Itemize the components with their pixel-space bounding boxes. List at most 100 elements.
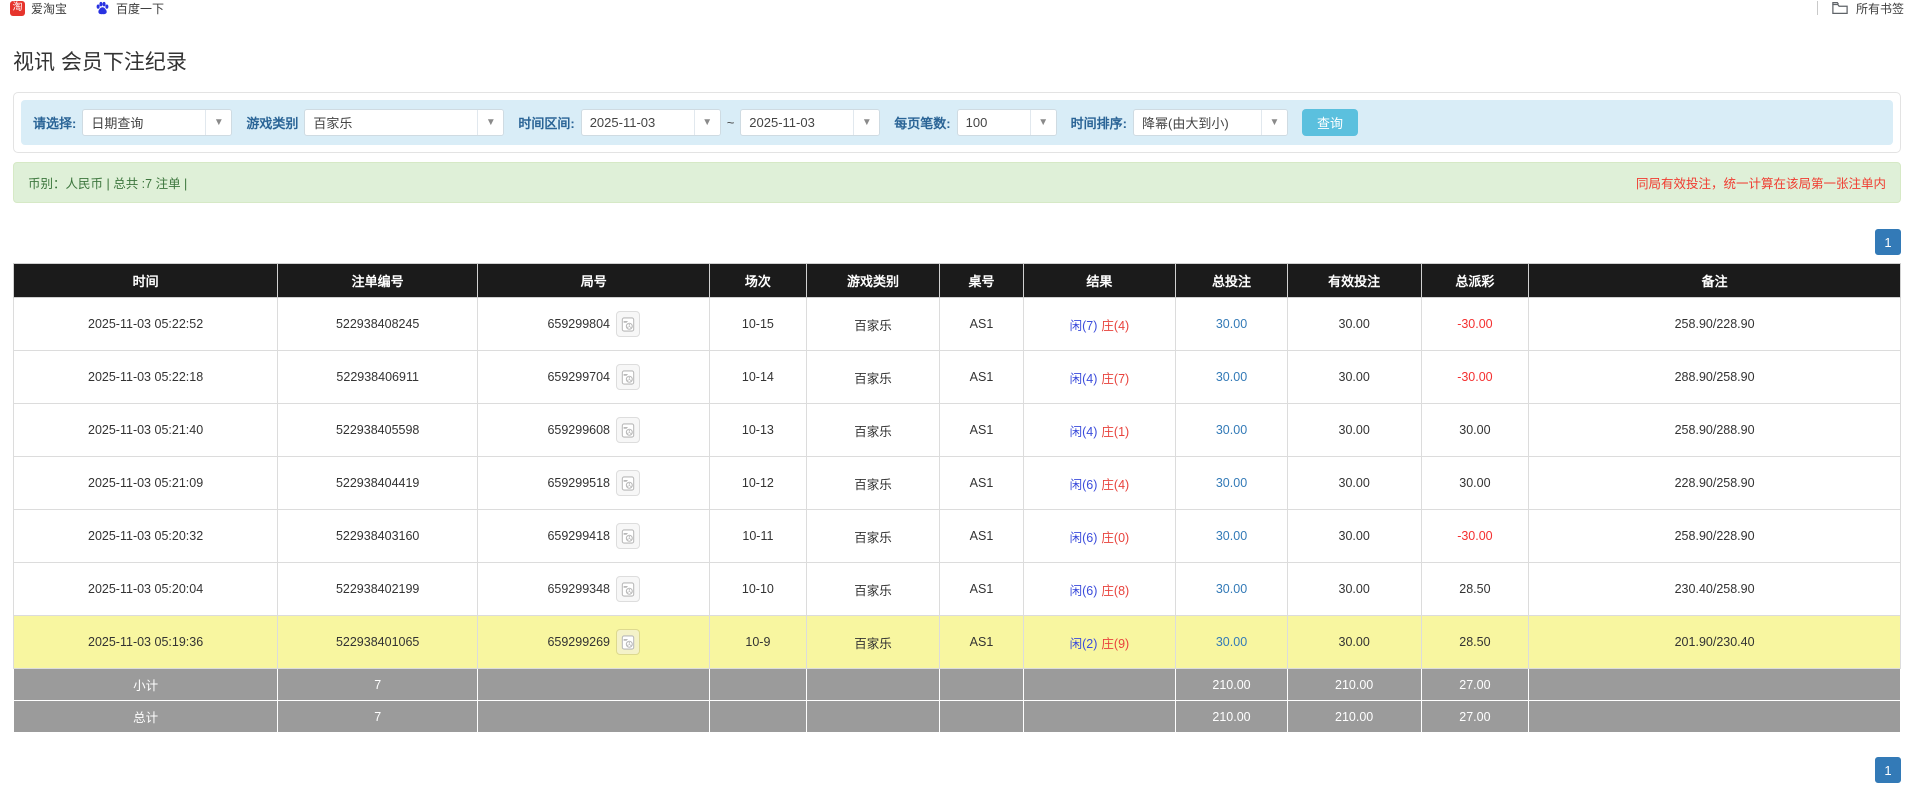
video-icon [621,369,635,385]
divider [1816,1,1818,15]
round-wrap: 659299418 [547,523,641,549]
cell-bet-id: 522938401065 [277,615,479,669]
range-tilde: ~ [726,115,735,130]
cell-note: 258.90/288.90 [1528,403,1901,457]
game-category-select[interactable]: 百家乐 ▼ [304,109,505,136]
cell-game: 百家乐 [805,562,941,616]
page-1-button[interactable]: 1 [1875,229,1901,255]
total-bet-link[interactable]: 30.00 [1216,529,1247,543]
cell-session: 10-13 [709,403,807,457]
page-1-button[interactable]: 1 [1875,757,1901,783]
date-from-value: 2025-11-03 [589,115,656,130]
total-bet-link[interactable]: 30.00 [1216,317,1247,331]
cell-total-bet: 30.00 [1175,350,1288,404]
date-to-value: 2025-11-03 [749,115,815,130]
cell-game: 百家乐 [805,456,941,510]
cell-game [805,700,941,733]
bookmarks-bar: 淘 爱淘宝 百度一下 所有书签 [0,0,1914,16]
round-wrap: 659299608 [547,417,641,443]
cell-total-bet: 30.00 [1175,297,1288,351]
cell-session: 10-15 [709,297,807,351]
cell-valid-bet: 30.00 [1286,456,1422,510]
total-bet-link[interactable]: 30.00 [1216,370,1247,384]
video-icon [621,528,635,544]
video-replay-button[interactable] [616,523,641,549]
date-to-select[interactable]: 2025-11-03 ▼ [740,109,881,136]
subtotal-row: 小计 7 210.00 210.00 27.00 [12,668,1901,701]
total-bet-link[interactable]: 30.00 [1216,423,1247,437]
round-number: 659299804 [547,317,611,331]
video-icon [621,634,635,650]
query-type-select[interactable]: 日期查询 ▼ [82,109,233,136]
cell-game: 百家乐 [805,509,941,563]
cell-result: 闲(6) 庄(0) [1022,509,1177,563]
video-replay-button[interactable] [616,311,641,337]
video-icon [621,316,635,332]
sum-label: 总计 [12,700,279,733]
video-replay-button[interactable] [616,576,641,602]
chevron-down-icon: ▼ [477,110,504,135]
bookmark-baidu[interactable]: 百度一下 [95,0,164,17]
video-replay-button[interactable] [616,629,641,655]
select-type-label: 请选择: [33,116,77,131]
result-player: 闲(6) [1069,477,1098,492]
column-header: 游戏类别 [805,263,941,298]
cell-result [1022,668,1177,701]
round-number: 659299269 [547,635,611,649]
cell-game: 百家乐 [805,350,941,404]
cell-table [939,668,1024,701]
cell-round: 659299518 [477,456,711,510]
round-number: 659299704 [547,370,611,384]
sum-total-bet: 210.00 [1175,668,1288,701]
column-header: 场次 [709,263,807,298]
cell-session [709,668,807,701]
sum-payout: 27.00 [1420,700,1530,733]
all-bookmarks[interactable]: 所有书签 [1816,0,1904,17]
date-from-select[interactable]: 2025-11-03 ▼ [580,109,721,136]
query-type-value: 日期查询 [91,116,144,131]
cell-note: 288.90/258.90 [1528,350,1901,404]
round-wrap: 659299269 [547,629,641,655]
total-bet-link[interactable]: 30.00 [1216,635,1247,649]
video-replay-button[interactable] [616,364,641,390]
table-header-row: 时间 注单编号 局号 场次 游戏类别 桌号 结果 总投注 有效投注 总派彩 备注 [12,263,1901,298]
cell-payout: -30.00 [1420,509,1530,563]
table-row: 2025-11-03 05:21:09 522938404419 659299518… [12,456,1901,510]
cell-total-bet: 30.00 [1175,456,1288,510]
column-header: 总投注 [1175,263,1288,298]
round-number: 659299518 [547,476,611,490]
table-row: 2025-11-03 05:21:40 522938405598 659299608… [12,403,1901,457]
video-replay-button[interactable] [616,470,641,496]
video-replay-button[interactable] [616,417,641,443]
video-icon [621,422,635,438]
cell-table: AS1 [939,403,1024,457]
game-category-value: 百家乐 [313,116,353,131]
result-player: 闲(2) [1069,636,1098,651]
cell-valid-bet: 30.00 [1286,350,1422,404]
all-bookmarks-label: 所有书签 [1855,1,1904,16]
cell-valid-bet: 30.00 [1286,297,1422,351]
cell-bet-id: 522938406911 [277,350,479,404]
page-size-value: 100 [965,115,988,130]
cell-valid-bet: 30.00 [1286,615,1422,669]
total-row: 总计 7 210.00 210.00 27.00 [12,700,1901,733]
cell-time: 2025-11-03 05:20:32 [12,509,279,563]
cell-time: 2025-11-03 05:22:52 [12,297,279,351]
chevron-down-icon: ▼ [693,110,720,135]
cell-game: 百家乐 [805,403,941,457]
pagination-top: 1 [13,229,1901,255]
time-sort-select[interactable]: 降幂(由大到小) ▼ [1132,109,1288,136]
cell-result: 闲(7) 庄(4) [1022,297,1177,351]
column-header: 备注 [1528,263,1901,298]
browser-window: 淘 爱淘宝 百度一下 所有书签 视讯 会员下注纪录 请选择: 日期查询 ▼ 游戏… [0,0,1914,795]
bookmark-aitaobao[interactable]: 淘 爱淘宝 [10,0,67,17]
cell-result: 闲(6) 庄(4) [1022,456,1177,510]
total-bet-link[interactable]: 30.00 [1216,582,1247,596]
page-size-select[interactable]: 100 ▼ [956,109,1057,136]
total-bet-link[interactable]: 30.00 [1216,476,1247,490]
cell-note: 230.40/258.90 [1528,562,1901,616]
filter-bar: 请选择: 日期查询 ▼ 游戏类别 百家乐 ▼ 时间区间: 2025-11-03 … [21,100,1893,145]
query-button[interactable]: 查询 [1301,109,1358,136]
cell-table: AS1 [939,509,1024,563]
cell-time: 2025-11-03 05:21:40 [12,403,279,457]
